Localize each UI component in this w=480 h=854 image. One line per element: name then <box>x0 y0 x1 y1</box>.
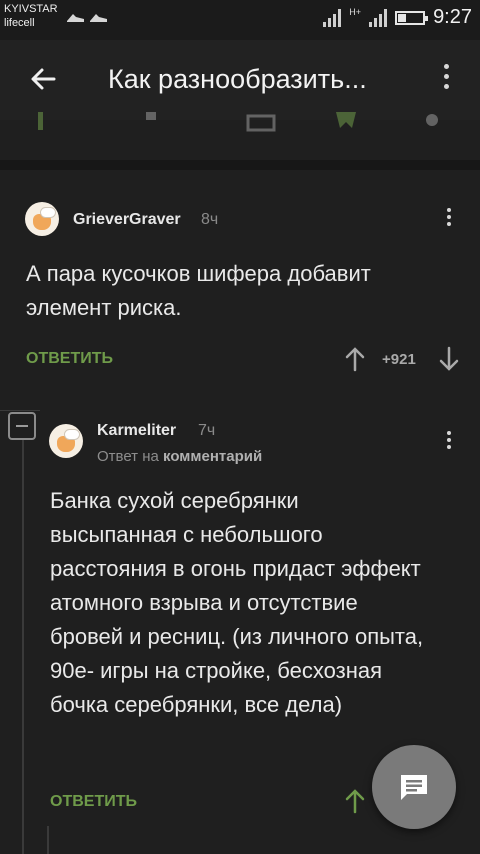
clock: 9:27 <box>433 6 472 28</box>
section-divider <box>0 160 480 170</box>
app-toolbar: Как разнообразить... <box>0 40 480 120</box>
reply-to-prefix: Ответ на <box>97 448 159 465</box>
avatar[interactable] <box>49 424 83 458</box>
thread-line <box>22 440 24 854</box>
more-vertical-icon[interactable] <box>446 208 452 231</box>
status-bar: KYIVSTAR lifecell H+ 9:27 <box>0 0 480 40</box>
thread-connector <box>0 410 40 411</box>
reply-button[interactable]: ОТВЕТИТЬ <box>26 350 113 368</box>
carrier-labels: KYIVSTAR lifecell <box>4 2 58 30</box>
reply-button[interactable]: ОТВЕТИТЬ <box>50 793 137 811</box>
arrow-down-icon[interactable] <box>438 346 460 377</box>
arrow-up-icon[interactable] <box>344 788 366 819</box>
comment-time: 8ч <box>201 211 219 228</box>
page-title: Как разнообразить... <box>108 64 367 94</box>
reply-to-line: Ответ на комментарий <box>97 448 262 465</box>
arrow-left-icon[interactable] <box>28 64 58 94</box>
post-actions-partial <box>0 112 480 136</box>
arrow-up-icon[interactable] <box>344 346 366 377</box>
signal-icon <box>323 8 342 27</box>
avatar[interactable] <box>25 202 59 236</box>
comment-username[interactable]: Karmeliter <box>97 422 176 440</box>
battery-icon <box>395 10 429 25</box>
comment-text: Банка сухой серебрянки высыпанная с небо… <box>50 488 424 717</box>
comment-rating: +921 <box>382 351 416 368</box>
carrier-1: KYIVSTAR <box>4 3 58 15</box>
collapse-thread-button[interactable] <box>8 412 36 440</box>
signal-2-icon <box>369 8 388 27</box>
reply-to-link[interactable]: комментарий <box>163 448 262 465</box>
more-vertical-icon[interactable] <box>446 431 452 454</box>
comment-time: 7ч <box>198 422 216 439</box>
write-comment-button[interactable] <box>372 745 456 829</box>
sneaker-notification-icon <box>66 10 110 27</box>
comment-icon <box>401 775 427 800</box>
more-vertical-icon[interactable] <box>436 64 456 96</box>
thread-line <box>47 826 49 854</box>
network-type: H+ <box>349 6 362 17</box>
comment-username[interactable]: GrieverGraver <box>73 211 181 229</box>
carrier-2: lifecell <box>4 17 35 29</box>
comment-text: А пара кусочков шифера добавит элемент р… <box>26 261 371 320</box>
